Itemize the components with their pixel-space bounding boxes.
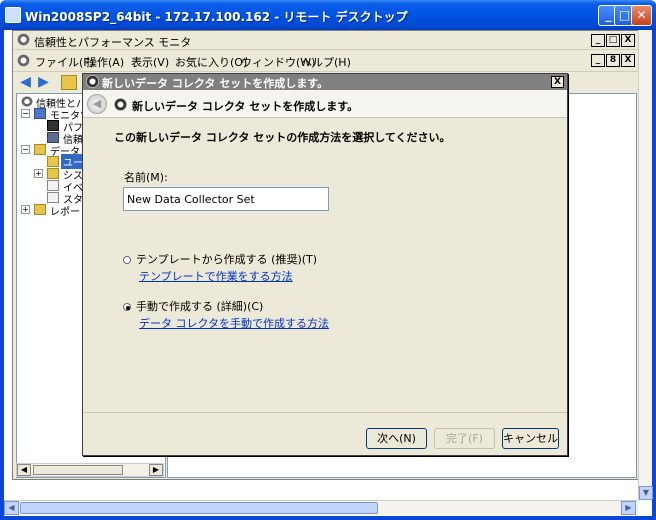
wizard-header-title: 新しいデータ コレクタ セットを作成します。 [132, 100, 359, 113]
folder-icon [47, 168, 59, 179]
cancel-button[interactable]: キャンセル [502, 428, 559, 449]
dialog-title: 新しいデータ コレクタ セットを作成します。 [102, 77, 329, 90]
menu-view[interactable]: 表示(V) [131, 54, 169, 70]
child-restore-button[interactable]: 8 [606, 54, 620, 67]
scroll-down-icon[interactable]: ▼ [639, 486, 653, 500]
scroll-left-icon[interactable]: ◀ [17, 464, 31, 476]
perfmon-title: 信頼性とパフォーマンス モニタ [34, 36, 192, 49]
dialog-titlebar[interactable]: 新しいデータ コレクタ セットを作成します。 X [83, 74, 567, 90]
close-button[interactable]: ✕ [631, 5, 652, 26]
menubar: ファイル(F) 操作(A) 表示(V) お気に入り(O) ウィンドウ(W) ヘル… [13, 50, 639, 71]
option-template[interactable]: テンプレートから作成する (推奨)(T) [123, 251, 317, 267]
expand-icon[interactable]: + [34, 169, 43, 178]
folder-icon [47, 192, 59, 203]
perfmon-icon [21, 96, 33, 107]
manual-radio[interactable] [123, 303, 131, 311]
remote-desktop-titlebar[interactable]: Win2008SP2_64bit - 172.17.100.162 - リモート… [0, 0, 656, 30]
finish-button[interactable]: 完了(F) [434, 428, 495, 449]
wizard-prompt: この新しいデータ コレクタ セットの作成方法を選択してください。 [114, 131, 451, 144]
chart-icon [47, 120, 59, 131]
menu-action[interactable]: 操作(A) [86, 54, 124, 70]
perfmon-minimize-button[interactable]: _ [591, 34, 605, 47]
monitor-folder-icon [34, 108, 46, 119]
scroll-thumb[interactable] [33, 465, 123, 475]
user-folder-icon [47, 156, 59, 167]
mmc-icon [17, 54, 30, 67]
outer-horizontal-scrollbar[interactable]: ◀ ▶ [4, 500, 638, 515]
expand-icon[interactable]: + [21, 205, 30, 214]
back-arrow-icon[interactable]: ◀ [18, 75, 33, 90]
dialog-close-button[interactable]: X [551, 76, 564, 88]
up-folder-icon[interactable] [61, 75, 77, 90]
name-input[interactable] [123, 187, 329, 211]
reliability-icon [47, 132, 59, 143]
wizard-body: この新しいデータ コレクタ セットの作成方法を選択してください。 名前(M): … [83, 119, 567, 411]
wizard-footer: 次へ(N) 完了(F) キャンセル [83, 412, 567, 455]
menu-help[interactable]: ヘルプ(H) [301, 54, 351, 70]
folder-icon [34, 204, 46, 215]
tree-horizontal-scrollbar[interactable]: ◀ ▶ [16, 463, 164, 477]
manual-help-link[interactable]: データ コレクタを手動で作成する方法 [139, 315, 329, 331]
name-label: 名前(M): [124, 171, 168, 184]
scroll-thumb[interactable] [20, 502, 378, 514]
next-button[interactable]: 次へ(N) [366, 428, 427, 449]
perfmon-icon [17, 33, 30, 46]
child-minimize-button[interactable]: _ [591, 54, 605, 67]
collapse-icon[interactable]: − [21, 109, 30, 118]
remote-desktop-title: Win2008SP2_64bit - 172.17.100.162 - リモート… [25, 10, 408, 24]
remote-desktop-icon [5, 7, 21, 23]
scroll-left-icon[interactable]: ◀ [4, 501, 19, 515]
template-radio[interactable] [123, 256, 131, 264]
template-help-link[interactable]: テンプレートで作業をする方法 [139, 268, 293, 284]
wizard-header: ◀ 新しいデータ コレクタ セットを作成します。 [83, 90, 567, 118]
forward-arrow-icon[interactable]: ▶ [36, 75, 51, 90]
wizard-icon [86, 75, 99, 88]
back-button[interactable]: ◀ [87, 94, 107, 114]
folder-icon [34, 144, 46, 155]
menu-favorites[interactable]: お気に入り(O) [175, 54, 247, 70]
scroll-right-icon[interactable]: ▶ [149, 464, 163, 476]
wizard-icon [114, 98, 127, 111]
perfmon-maximize-button[interactable]: □ [606, 34, 620, 47]
perfmon-titlebar[interactable]: 信頼性とパフォーマンス モニタ _ □ X [13, 31, 639, 50]
child-close-button[interactable]: X [621, 54, 635, 67]
scroll-right-icon[interactable]: ▶ [621, 501, 636, 515]
option-manual[interactable]: 手動で作成する (詳細)(C) [123, 298, 263, 314]
folder-icon [47, 180, 59, 191]
perfmon-close-button[interactable]: X [621, 34, 635, 47]
outer-vertical-scrollbar[interactable]: ▼ [638, 30, 653, 500]
collapse-icon[interactable]: − [21, 145, 30, 154]
new-data-collector-set-dialog: 新しいデータ コレクタ セットを作成します。 X ◀ 新しいデータ コレクタ セ… [82, 73, 568, 456]
